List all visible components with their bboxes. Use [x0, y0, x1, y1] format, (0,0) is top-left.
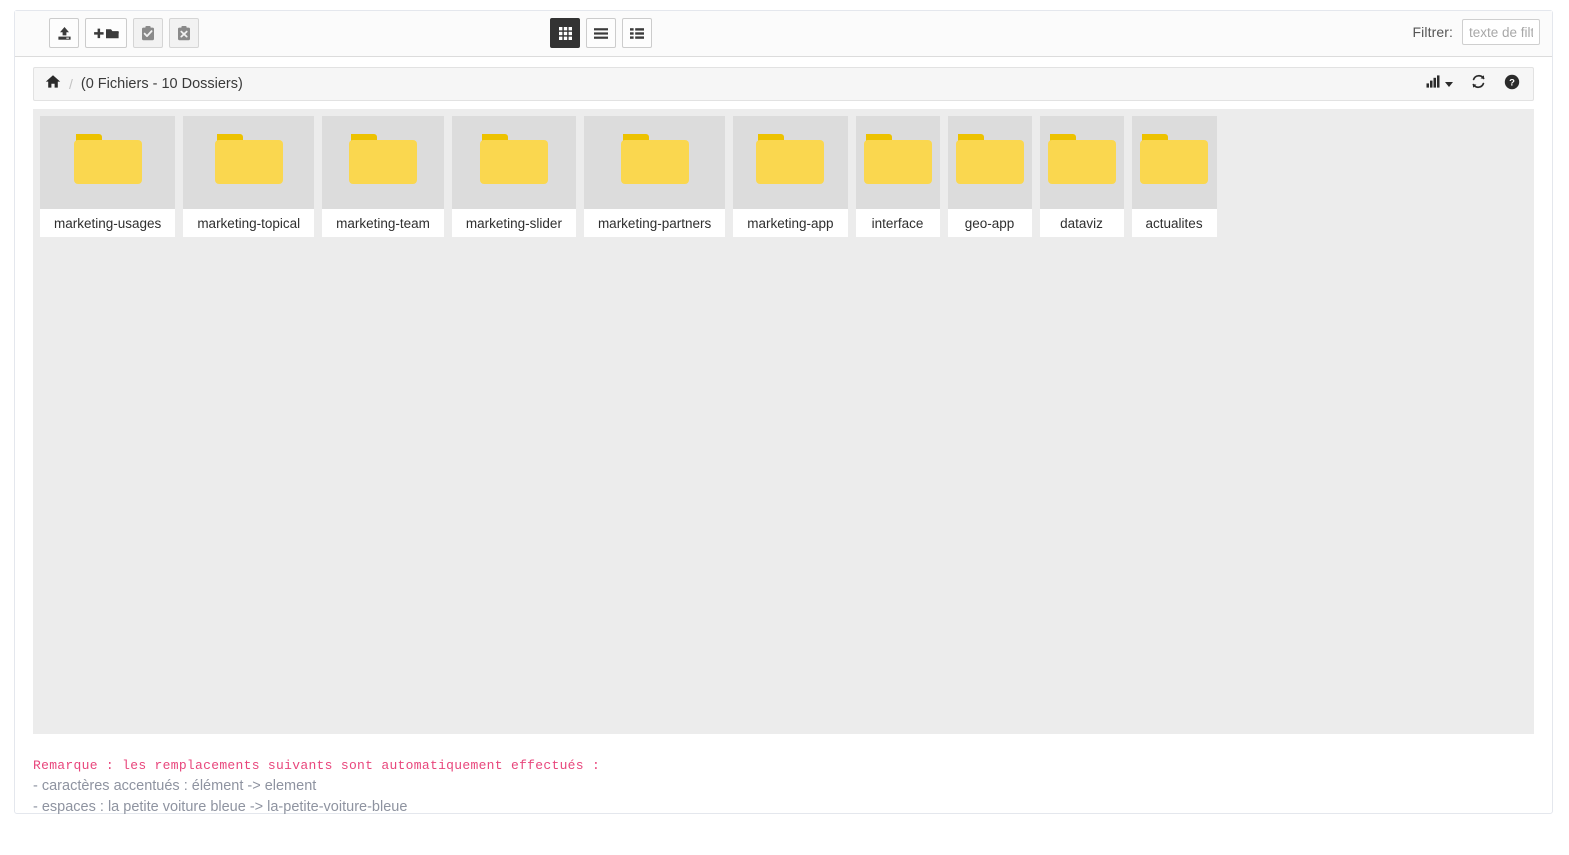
folder-tile[interactable]: geo-app: [947, 116, 1032, 237]
folder-label: marketing-team: [336, 215, 430, 231]
folder-icon: [856, 129, 940, 196]
svg-text:?: ?: [1509, 77, 1515, 88]
folder-tile[interactable]: actualites: [1131, 116, 1217, 237]
refresh-icon: [1470, 73, 1487, 95]
note-heading: Remarque : les remplacements suivants so…: [33, 758, 601, 773]
bar-chart-icon: [1426, 75, 1441, 93]
folder-thumbnail: [583, 116, 726, 209]
filter-group: Filtrer:: [1413, 19, 1540, 45]
folder-label: marketing-partners: [597, 215, 712, 231]
help-button[interactable]: ?: [1504, 74, 1520, 95]
folder-icon: [948, 129, 1032, 196]
folder-label: marketing-app: [747, 215, 834, 231]
folder-icon: [472, 129, 556, 196]
folder-label: geo-app: [964, 215, 1015, 231]
filter-input[interactable]: [1462, 19, 1540, 45]
clear-clipboard-button[interactable]: [169, 18, 199, 48]
chevron-down-icon: [1445, 81, 1453, 87]
folder-icon: [207, 129, 291, 196]
breadcrumb-actions: ?: [1426, 73, 1520, 95]
folder-thumbnail: [40, 116, 176, 209]
folder-label: marketing-slider: [465, 215, 562, 231]
home-icon: [45, 74, 61, 94]
folder-thumbnail: [733, 116, 848, 209]
folder-thumbnail: [451, 116, 576, 209]
upload-button[interactable]: [49, 18, 79, 48]
add-folder-icon: [93, 25, 120, 42]
storage-usage-button[interactable]: [1426, 75, 1453, 93]
breadcrumb-separator: /: [69, 76, 73, 92]
grid-view-icon: [558, 26, 573, 41]
folder-tile[interactable]: dataviz: [1039, 116, 1124, 237]
help-icon: ?: [1504, 74, 1520, 95]
folder-thumbnail: [183, 116, 315, 209]
folder-grid: marketing-usages marketing-topical marketi…: [40, 116, 1534, 237]
note-line: - caractères accentués : élément -> elem…: [33, 778, 317, 794]
folder-icon: [341, 129, 425, 196]
folder-label: interface: [871, 215, 924, 231]
folder-label: dataviz: [1060, 215, 1103, 231]
folder-icon: [748, 129, 832, 196]
file-list-area[interactable]: marketing-usages marketing-topical marketi…: [33, 109, 1534, 734]
filter-label: Filtrer:: [1412, 24, 1453, 40]
view-grid-button[interactable]: [550, 18, 580, 48]
folder-thumbnail: [947, 116, 1032, 209]
file-manager-panel: Filtrer: / (0 Fichiers - 10 Dossiers): [14, 10, 1553, 814]
new-folder-button[interactable]: [85, 18, 127, 48]
folder-thumbnail: [1131, 116, 1217, 209]
clipboard-check-icon: [140, 25, 156, 42]
view-details-button[interactable]: [622, 18, 652, 48]
replacement-note: Remarque : les remplacements suivants so…: [33, 758, 1233, 818]
refresh-button[interactable]: [1470, 73, 1487, 95]
folder-thumbnail: [1039, 116, 1124, 209]
folder-icon: [66, 129, 150, 196]
folder-tile[interactable]: marketing-team: [322, 116, 444, 237]
folder-icon: [613, 129, 697, 196]
folder-thumbnail: [322, 116, 444, 209]
folder-label: marketing-usages: [54, 215, 162, 231]
note-line: - espaces : la petite voiture bleue -> l…: [33, 799, 408, 815]
toolbar-action-group: [49, 18, 199, 48]
folder-label: marketing-topical: [197, 215, 301, 231]
folder-tile[interactable]: marketing-topical: [183, 116, 315, 237]
folder-tile[interactable]: interface: [855, 116, 940, 237]
toolbar: Filtrer:: [15, 11, 1552, 57]
folder-icon: [1132, 129, 1216, 196]
breadcrumb-home-button[interactable]: [45, 74, 61, 94]
folder-label: actualites: [1145, 215, 1203, 231]
list-view-icon: [593, 26, 609, 41]
upload-icon: [56, 25, 73, 42]
folder-tile[interactable]: marketing-app: [733, 116, 848, 237]
breadcrumb-summary: (0 Fichiers - 10 Dossiers): [80, 76, 243, 92]
folder-tile[interactable]: marketing-usages: [40, 116, 176, 237]
folder-icon: [1040, 129, 1124, 196]
folder-tile[interactable]: marketing-slider: [451, 116, 576, 237]
folder-tile[interactable]: marketing-partners: [583, 116, 726, 237]
paste-button[interactable]: [133, 18, 163, 48]
details-view-icon: [629, 26, 645, 41]
view-mode-group: [550, 18, 652, 48]
clipboard-x-icon: [176, 25, 192, 42]
view-list-button[interactable]: [586, 18, 616, 48]
folder-thumbnail: [855, 116, 940, 209]
breadcrumb: / (0 Fichiers - 10 Dossiers) ?: [33, 67, 1534, 101]
